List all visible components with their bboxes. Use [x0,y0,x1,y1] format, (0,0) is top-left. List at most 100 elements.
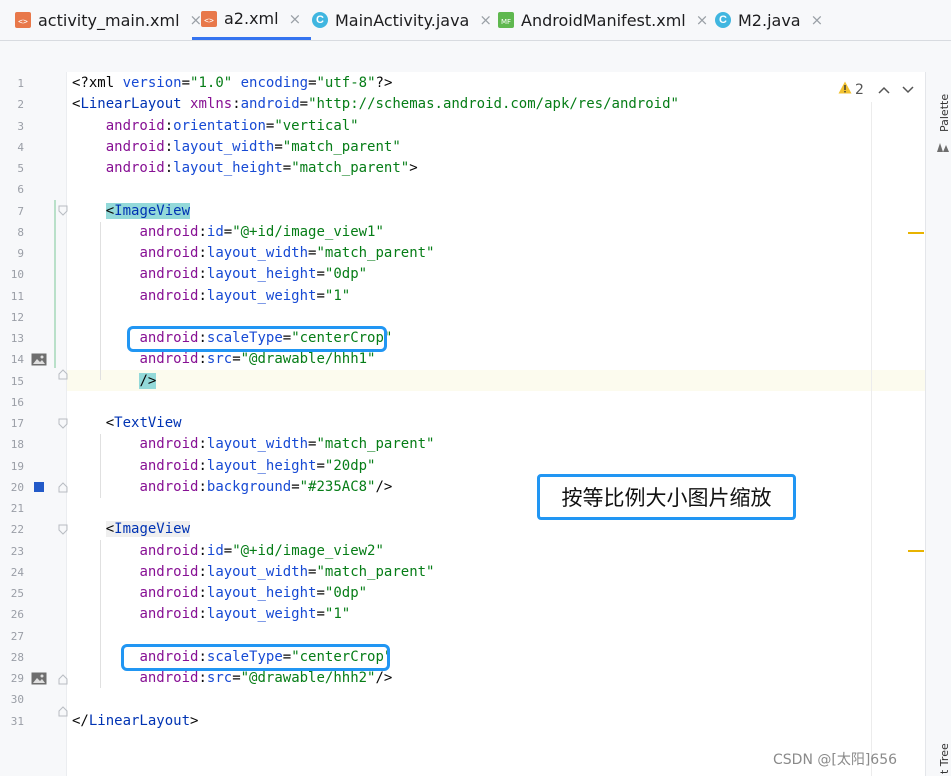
code-line[interactable]: android:layout_height="20dp" [72,456,375,477]
warning-count: 2 [855,81,864,98]
code-line[interactable]: android:src="@drawable/hhh1" [72,349,375,370]
right-margin-guide [871,102,872,776]
code-line[interactable]: android:id="@+id/image_view1" [72,222,383,243]
line-number: 26 [10,608,24,622]
line-number: 25 [10,587,24,600]
tab-label: MainActivity.java [335,10,470,30]
code-line[interactable]: android:layout_height="0dp" [72,583,367,604]
tab-label: M2.java [738,10,801,30]
tab-m2-java[interactable]: C M2.java × [714,0,823,40]
line-number: 29 [10,672,24,685]
code-line[interactable]: <LinearLayout xmlns:android="http://sche… [72,94,679,115]
line-number: 1 [17,77,24,90]
line-number: 30 [10,693,24,707]
current-line-highlight [66,370,925,391]
editor-breadcrumb-bar [0,41,951,73]
code-line[interactable]: android:layout_width="match_parent" [72,137,401,158]
line-number: 28 [10,650,24,664]
fold-markers [58,205,68,717]
line-number: 12 [10,310,24,324]
warning-icon [838,81,852,98]
next-highlight-icon[interactable] [902,82,914,98]
line-number: 5 [17,162,24,175]
code-line[interactable]: android:layout_width="match_parent" [72,434,434,455]
code-line[interactable]: android:orientation="vertical" [72,116,359,137]
tab-mainactivity-java[interactable]: C MainActivity.java × [311,0,492,40]
svg-text:<>: <> [18,17,28,26]
svg-text:MF: MF [501,18,511,26]
line-number: 4 [17,140,24,154]
editor-tab-bar: <> activity_main.xml × <> a2.xml × C Mai… [0,0,951,41]
java-class-icon: C [311,11,329,29]
line-number: 27 [10,629,24,643]
line-number: 19 [10,459,24,473]
code-line[interactable]: <?xml version="1.0" encoding="utf-8"?> [72,73,392,94]
line-number: 15 [10,374,24,388]
java-class-icon: C [714,11,732,29]
code-line[interactable]: android:layout_width="match_parent" [72,243,434,264]
svg-text:<>: <> [204,16,214,25]
code-line[interactable]: /> [72,371,157,392]
line-number: 3 [17,119,24,133]
line-number: 23 [10,544,24,558]
warning-stripe-marker[interactable] [908,232,924,234]
watermark: CSDN @[太阳]656 [773,752,898,768]
color-swatch-icon[interactable] [34,482,44,492]
code-line[interactable]: android:layout_height="0dp" [72,264,367,285]
tab-label: AndroidManifest.xml [521,10,686,30]
line-number: 31 [10,714,24,728]
close-icon[interactable]: × [696,11,709,29]
code-line[interactable]: <ImageView [72,519,191,540]
line-number: 10 [10,268,24,282]
line-number: 8 [17,225,24,239]
code-line[interactable]: android:layout_height="match_parent"> [72,158,418,179]
highlight-box-scaletype-2 [121,644,390,671]
line-number: 17 [10,417,24,430]
annotation-callout: 按等比例大小图片缩放 [537,474,796,520]
line-number: 7 [17,204,24,218]
image-preview-icon[interactable] [31,351,47,370]
line-number: 6 [17,183,24,197]
line-number: 20 [10,480,24,494]
code-line[interactable]: android:background="#235AC8"/> [72,477,392,498]
line-number: 21 [10,502,24,515]
tab-a2-xml[interactable]: <> a2.xml × [192,0,312,40]
xml-file-icon: <> [14,11,32,29]
tab-activity-main-xml[interactable]: <> activity_main.xml × [14,0,202,40]
code-line[interactable]: android:id="@+id/image_view2" [72,541,383,562]
tab-label: activity_main.xml [38,10,180,30]
code-line[interactable]: android:layout_weight="1" [72,604,350,625]
xml-file-icon: <> [200,10,218,28]
palette-icon[interactable] [936,138,950,157]
tab-androidmanifest-xml[interactable]: MF AndroidManifest.xml × [497,0,708,40]
tab-label: a2.xml [224,9,279,28]
component-tree-label[interactable]: t Tree [938,743,951,774]
previous-highlight-icon[interactable] [878,82,890,98]
code-line[interactable]: <ImageView [72,201,191,222]
code-line[interactable]: android:layout_width="match_parent" [72,562,434,583]
line-number: 22 [10,523,24,537]
line-number: 16 [10,395,24,409]
code-line[interactable]: <TextView [72,413,182,434]
code-line[interactable]: android:layout_weight="1" [72,286,350,307]
line-number: 13 [10,332,24,345]
highlight-box-scaletype-1 [127,326,387,352]
manifest-file-icon: MF [497,11,515,29]
line-number: 14 [10,353,24,367]
line-number: 9 [17,247,24,260]
close-icon[interactable]: × [289,10,302,28]
image-preview-icon[interactable] [31,670,47,689]
vcs-change-marker [54,200,56,368]
code-line[interactable]: </LinearLayout> [72,711,198,732]
code-line[interactable]: android:src="@drawable/hhh2"/> [72,668,392,689]
line-number: 24 [10,565,24,579]
close-icon[interactable]: × [479,11,492,29]
line-number: 2 [17,98,24,112]
inspection-widget[interactable]: 2 [838,81,914,98]
palette-panel-label[interactable]: Palette [938,94,951,132]
line-number: 11 [10,289,24,303]
close-icon[interactable]: × [811,11,824,29]
line-number: 18 [10,438,24,452]
warning-stripe-marker[interactable] [908,550,924,552]
right-tool-panel: Palette t Tree [925,72,951,776]
